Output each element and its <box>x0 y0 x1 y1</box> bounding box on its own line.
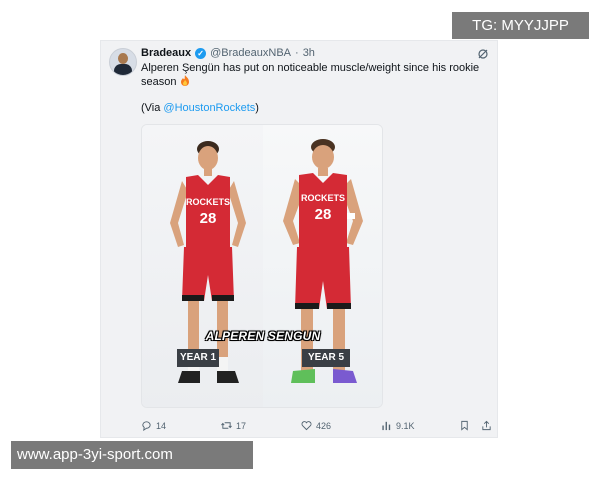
reply-icon <box>142 421 151 431</box>
via-line: (Via @HoustonRockets) <box>141 102 259 114</box>
share-icon <box>482 420 491 431</box>
watermark-top: TG: MYYJJPP <box>452 12 589 39</box>
retweet-button[interactable]: 17 <box>221 420 246 431</box>
fire-icon <box>180 75 190 86</box>
retweet-count: 17 <box>236 420 247 431</box>
year5-label: YEAR 5 <box>302 349 350 367</box>
like-button[interactable]: 426 <box>301 420 331 431</box>
via-prefix: (Via <box>141 102 164 114</box>
like-icon <box>301 421 312 431</box>
views-count: 9.1K <box>396 420 415 431</box>
action-bar: 14 17 426 9.1K <box>141 420 493 434</box>
timestamp[interactable]: 3h <box>303 47 315 59</box>
reply-button[interactable]: 14 <box>141 420 166 431</box>
share-button[interactable] <box>481 420 492 431</box>
jersey-wordmark: ROCKETS <box>301 193 345 203</box>
jersey-number: 28 <box>315 206 332 223</box>
bookmark-icon <box>461 420 468 431</box>
tweet-text: Alperen Şengün has put on noticeable mus… <box>141 61 481 89</box>
tweet-card[interactable]: Bradeaux ✓ @BradeauxNBA · 3h Alperen Şen… <box>100 40 498 438</box>
player-name-overlay: ALPEREN SENGUN <box>205 329 321 343</box>
like-count: 426 <box>316 420 332 431</box>
author-handle[interactable]: @BradeauxNBA <box>210 47 291 59</box>
grok-menu-icon[interactable] <box>477 47 489 59</box>
jersey-wordmark: ROCKETS <box>186 197 230 207</box>
jersey-number: 28 <box>200 210 217 227</box>
year1-label: YEAR 1 <box>177 349 219 367</box>
mention-houstonrockets[interactable]: @HoustonRockets <box>163 102 255 114</box>
tweet-text-content: Alperen Şengün has put on noticeable mus… <box>141 62 480 88</box>
avatar[interactable] <box>109 48 137 76</box>
verified-badge-icon: ✓ <box>195 47 207 59</box>
views-icon <box>382 421 391 431</box>
separator-dot: · <box>295 47 299 59</box>
via-suffix: ) <box>255 102 259 114</box>
retweet-icon <box>221 422 232 429</box>
views-button[interactable]: 9.1K <box>381 420 415 431</box>
bookmark-button[interactable] <box>459 420 470 431</box>
author-row: Bradeaux ✓ @BradeauxNBA · 3h <box>141 47 315 59</box>
tweet-image[interactable]: ROCKETS 28 ROCKETS 28 ALPEREN SENGUN YEA… <box>141 124 383 408</box>
author-name[interactable]: Bradeaux <box>141 47 191 59</box>
watermark-bottom: www.app-3yi-sport.com <box>11 441 253 469</box>
reply-count: 14 <box>156 420 167 431</box>
